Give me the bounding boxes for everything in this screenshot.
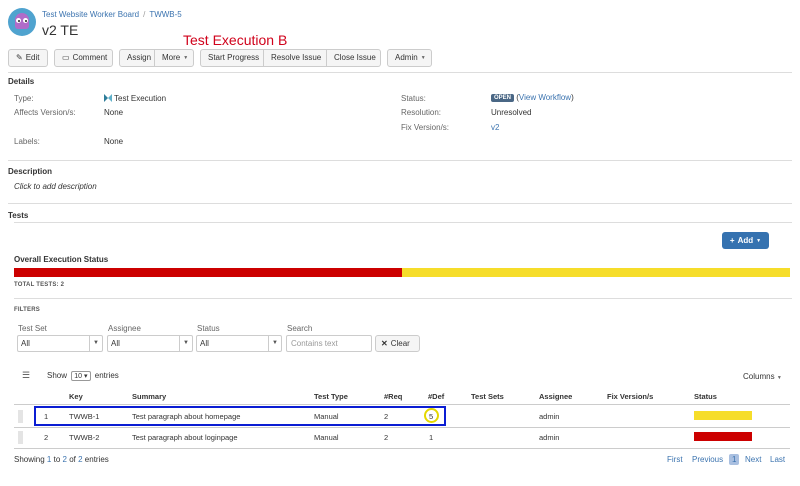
assign-button[interactable]: Assign [119,49,155,67]
edit-button[interactable]: ✎ Edit [8,49,48,67]
more-button[interactable]: More ▼ [154,49,194,67]
status-badge: OPEN [491,94,515,102]
resolution-label: Resolution: [401,108,442,117]
pagination-last[interactable]: Last [770,455,785,464]
test-set-filter-label: Test Set [18,324,47,333]
total-tests-label: TOTAL TESTS: 2 [14,282,65,288]
description-field[interactable]: Click to add description [14,182,97,191]
annotation-label: Test Execution B [183,32,288,48]
test-type: Manual [314,433,339,442]
assignee-filter-label: Assignee [108,324,141,333]
chevron-down-icon: ▼ [420,55,426,61]
status-select[interactable]: All ▼ [196,335,282,352]
start-progress-button[interactable]: Start Progress [200,49,264,67]
pagination-next[interactable]: Next [745,455,761,464]
search-filter-label: Search [287,324,313,333]
table-row[interactable]: 2 TWWB-2 Test paragraph about loginpage … [14,427,790,448]
drag-handle[interactable] [18,410,23,423]
close-icon: ✕ [381,339,388,348]
pagination-previous[interactable]: Previous [692,455,723,464]
resolve-issue-button[interactable]: Resolve Issue [263,49,327,67]
chevron-down-icon: ▼ [179,336,192,351]
test-key-link[interactable]: TWWB-2 [69,433,99,442]
drag-handle[interactable] [18,431,23,444]
breadcrumb-issue-link[interactable]: TWWB-5 [149,10,181,19]
chevron-down-icon: ▼ [776,375,782,381]
progress-segment-todo[interactable] [402,268,790,277]
pagination-current[interactable]: 1 [729,454,740,465]
add-tests-button[interactable]: + Add ▼ [722,232,769,249]
test-status-bar[interactable] [694,432,752,441]
view-workflow-link[interactable]: View Workflow [519,93,571,102]
defect-highlight-circle [424,408,439,423]
columns-button[interactable]: Columns ▼ [743,372,782,381]
page-size-select[interactable]: 10 ▾ [71,371,91,381]
col-header-def[interactable]: #Def [428,392,444,401]
col-header-summary[interactable]: Summary [132,392,166,401]
assign-more-group: Assign More ▼ [119,49,194,67]
row-highlight-box [34,406,446,426]
col-header-assignee[interactable]: Assignee [539,392,572,401]
assignee-link[interactable]: admin [539,412,559,421]
chevron-down-icon: ▼ [89,336,102,351]
defects-count-link[interactable]: 1 [429,433,433,442]
speech-bubble-icon: ▭ [62,53,70,62]
description-heading[interactable]: Description [8,167,52,176]
test-summary-link[interactable]: Test paragraph about loginpage [132,433,238,442]
col-header-status[interactable]: Status [694,392,717,401]
workflow-group: Start Progress Resolve Issue Close Issue [200,49,381,67]
tests-heading[interactable]: Tests [8,211,28,220]
affects-version-value[interactable]: None [104,108,123,117]
resolution-value: Unresolved [491,108,532,117]
col-header-req[interactable]: #Req [384,392,402,401]
progress-segment-fail[interactable] [14,268,402,277]
search-input[interactable]: Contains text [286,335,372,352]
pencil-icon: ✎ [16,53,23,62]
overall-execution-status-bar[interactable] [14,268,790,277]
labels-label: Labels: [14,137,40,146]
col-header-test-sets[interactable]: Test Sets [471,392,504,401]
fix-version-link[interactable]: v2 [491,123,499,132]
test-status-bar[interactable] [694,411,752,420]
type-label: Type: [14,94,34,103]
page-size-control: Show 10 ▾ entries [47,371,119,381]
col-header-fix-versions[interactable]: Fix Version/s [607,392,653,401]
chevron-down-icon: ▼ [268,336,281,351]
requirements-count-link[interactable]: 2 [384,433,388,442]
affects-version-label: Affects Version/s: [14,108,76,117]
type-value: Test Execution [104,94,166,103]
breadcrumb: Test Website Worker Board / TWWB-5 [42,10,182,19]
project-avatar[interactable] [8,8,36,36]
admin-button[interactable]: Admin ▼ [387,49,432,67]
comment-button[interactable]: ▭ Comment [54,49,113,67]
col-header-key[interactable]: Key [69,392,83,401]
chevron-down-icon: ▼ [183,55,189,61]
row-index: 2 [44,433,49,442]
chevron-down-icon: ▼ [756,237,762,244]
details-heading[interactable]: Details [8,77,34,86]
breadcrumb-project-link[interactable]: Test Website Worker Board [42,10,139,19]
fix-version-label: Fix Version/s: [401,123,450,132]
pagination-first-link[interactable]: First [667,455,683,464]
assignee-link[interactable]: admin [539,433,559,442]
status-label: Status: [401,94,426,103]
assignee-select[interactable]: All ▼ [107,335,193,352]
issue-toolbar: ✎ Edit ▭ Comment Assign More ▼ Start Progre… [8,49,432,67]
test-set-select[interactable]: All ▼ [17,335,103,352]
issue-title[interactable]: v2 TE [42,22,78,38]
status-value: OPEN (View Workflow) [491,93,574,102]
column-chooser-icon[interactable]: ☰ [22,370,30,381]
status-filter-label: Status [197,324,220,333]
test-execution-icon [104,94,112,102]
clear-filters-button[interactable]: ✕ Clear [375,335,420,352]
overall-status-heading: Overall Execution Status [14,255,109,264]
col-header-test-type[interactable]: Test Type [314,392,348,401]
plus-icon: + [729,236,735,245]
monster-icon [15,13,29,29]
filters-heading: FILTERS [14,307,40,313]
close-issue-button[interactable]: Close Issue [326,49,381,67]
labels-value[interactable]: None [104,137,123,146]
showing-entries-info: Showing 1 to 2 of 2 entries [14,455,109,464]
